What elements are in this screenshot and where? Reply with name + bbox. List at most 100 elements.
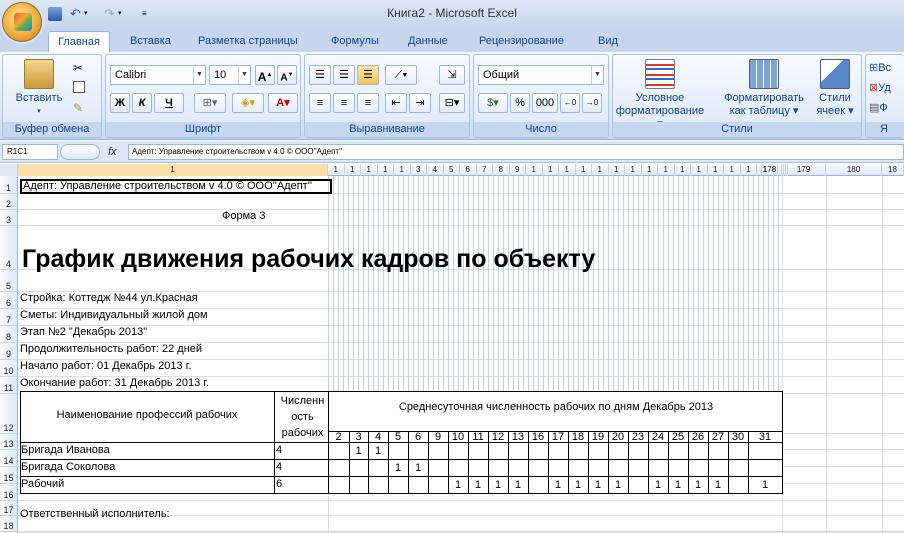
tab-view[interactable]: Вид: [592, 31, 624, 52]
daily-mark[interactable]: 1: [748, 479, 782, 492]
row-header[interactable]: 14: [0, 450, 18, 467]
orientation-button[interactable]: ⟋▾: [385, 65, 417, 85]
row-header[interactable]: 3: [0, 210, 18, 226]
align-left-button[interactable]: ≡: [309, 93, 331, 113]
info-line[interactable]: Окончание работ: 31 Декабрь 2013 г.: [20, 377, 209, 390]
shrink-font-button[interactable]: A▼: [277, 65, 297, 85]
font-name-select[interactable]: Calibri ▼: [110, 65, 206, 85]
wrap-text-button[interactable]: ⇲: [439, 65, 465, 85]
day-header[interactable]: 3: [349, 431, 368, 443]
daily-mark[interactable]: 1: [468, 479, 488, 492]
merge-cells-button[interactable]: ⊟▾: [439, 93, 465, 113]
decrease-decimal-button[interactable]: →0: [582, 93, 602, 113]
daily-mark[interactable]: 1: [408, 462, 428, 475]
row-header[interactable]: 10: [0, 360, 18, 377]
info-line[interactable]: Начало работ: 01 Декабрь 2013 г.: [20, 360, 191, 373]
column-header-day[interactable]: 5: [444, 164, 460, 176]
daily-mark[interactable]: 1: [608, 479, 628, 492]
bold-button[interactable]: Ж: [110, 93, 130, 113]
daily-mark[interactable]: 1: [548, 479, 568, 492]
column-header-day[interactable]: 1: [576, 164, 592, 176]
borders-button[interactable]: ⊞▾: [194, 93, 226, 113]
daily-mark[interactable]: 1: [349, 445, 368, 458]
column-header-day[interactable]: 6: [460, 164, 477, 176]
cell-form[interactable]: Форма 3: [222, 210, 265, 223]
column-header-day[interactable]: 1: [592, 164, 609, 176]
day-header[interactable]: 18: [568, 431, 588, 443]
row-header[interactable]: 16: [0, 484, 18, 501]
insert-function-icon[interactable]: fx: [108, 144, 126, 160]
day-header[interactable]: 2: [328, 431, 349, 443]
column-header-day[interactable]: 4: [427, 164, 444, 176]
day-header[interactable]: 25: [668, 431, 688, 443]
tab-page-layout[interactable]: Разметка страницы: [192, 31, 304, 52]
column-header-day[interactable]: 1: [642, 164, 658, 176]
save-icon[interactable]: [48, 7, 62, 21]
select-all-corner[interactable]: [0, 164, 18, 176]
column-header-178[interactable]: 178: [762, 164, 778, 176]
tab-home[interactable]: Главная: [48, 31, 110, 52]
day-header[interactable]: 24: [648, 431, 668, 443]
row-header[interactable]: 5: [0, 270, 18, 292]
tab-data[interactable]: Данные: [402, 31, 454, 52]
percent-button[interactable]: %: [510, 93, 530, 113]
column-header-day[interactable]: 1: [378, 164, 394, 176]
day-header[interactable]: 12: [488, 431, 508, 443]
day-header[interactable]: 5: [388, 431, 408, 443]
day-header[interactable]: 4: [368, 431, 388, 443]
row-header[interactable]: 1: [0, 176, 18, 194]
count-header[interactable]: Численн ость рабочих: [275, 393, 330, 441]
column-header-day[interactable]: 1: [345, 164, 361, 176]
customize-qat-icon[interactable]: ≡: [142, 7, 156, 21]
column-header-day[interactable]: 1: [691, 164, 708, 176]
column-header-day[interactable]: 8: [493, 164, 510, 176]
day-header[interactable]: 11: [468, 431, 488, 443]
undo-icon[interactable]: ↶: [70, 7, 84, 21]
name-box[interactable]: R1C1: [2, 144, 58, 160]
day-header[interactable]: 30: [728, 431, 748, 443]
day-header[interactable]: 31: [748, 431, 782, 443]
column-header-day[interactable]: 1: [361, 164, 378, 176]
font-size-select[interactable]: 10 ▼: [209, 65, 251, 85]
daily-mark[interactable]: 1: [508, 479, 528, 492]
row-header[interactable]: 4: [0, 226, 18, 270]
day-header[interactable]: 9: [428, 431, 448, 443]
italic-button[interactable]: К: [132, 93, 152, 113]
undo-dropdown-icon[interactable]: ▾: [84, 7, 98, 21]
info-line[interactable]: Стройка: Коттедж №44 ул.Красная: [20, 292, 198, 305]
day-header[interactable]: 26: [688, 431, 708, 443]
daily-mark[interactable]: 1: [388, 462, 408, 475]
column-header-day[interactable]: 1: [658, 164, 675, 176]
daily-mark[interactable]: 1: [568, 479, 588, 492]
name-box-resize-handle[interactable]: [60, 144, 100, 160]
row-header[interactable]: 17: [0, 501, 18, 516]
day-header[interactable]: 6: [408, 431, 428, 443]
align-bottom-button[interactable]: ☰: [357, 65, 379, 85]
column-header-day[interactable]: 1: [394, 164, 411, 176]
column-header-day[interactable]: 1: [609, 164, 625, 176]
increase-decimal-button[interactable]: ←0: [560, 93, 580, 113]
cell-header[interactable]: Адепт: Управление строительством v 4.0 ©…: [20, 179, 332, 194]
cut-icon[interactable]: ✂: [73, 61, 83, 75]
number-format-select[interactable]: Общий ▼: [478, 65, 604, 85]
grow-font-button[interactable]: A▲: [255, 65, 275, 85]
daily-mark[interactable]: 1: [488, 479, 508, 492]
delete-cells-button[interactable]: ⊠Уд: [869, 81, 891, 94]
row-header[interactable]: 2: [0, 194, 18, 210]
cell-styles-button[interactable]: Стили ячеек ▾: [811, 59, 859, 118]
conditional-formatting-button[interactable]: Условное форматирование ▾: [615, 59, 705, 131]
daily-mark[interactable]: 1: [688, 479, 708, 492]
column-header-day[interactable]: 1: [675, 164, 691, 176]
align-top-button[interactable]: ☰: [309, 65, 331, 85]
underline-button[interactable]: Ч: [154, 93, 184, 113]
row-header[interactable]: 6: [0, 292, 18, 309]
period-header[interactable]: Среднесуточная численность рабочих по дн…: [330, 401, 782, 414]
tab-insert[interactable]: Вставка: [124, 31, 177, 52]
format-as-table-button[interactable]: Форматировать как таблицу ▾: [717, 59, 811, 118]
profession-header[interactable]: Наименование профессий рабочих: [20, 409, 274, 422]
sheet-title[interactable]: График движения рабочих кадров по объект…: [22, 244, 595, 274]
column-header-day[interactable]: 1: [625, 164, 642, 176]
paste-button[interactable]: Вставить ▾: [9, 59, 69, 118]
row-header[interactable]: 12: [0, 394, 18, 434]
align-center-button[interactable]: ≡: [333, 93, 355, 113]
